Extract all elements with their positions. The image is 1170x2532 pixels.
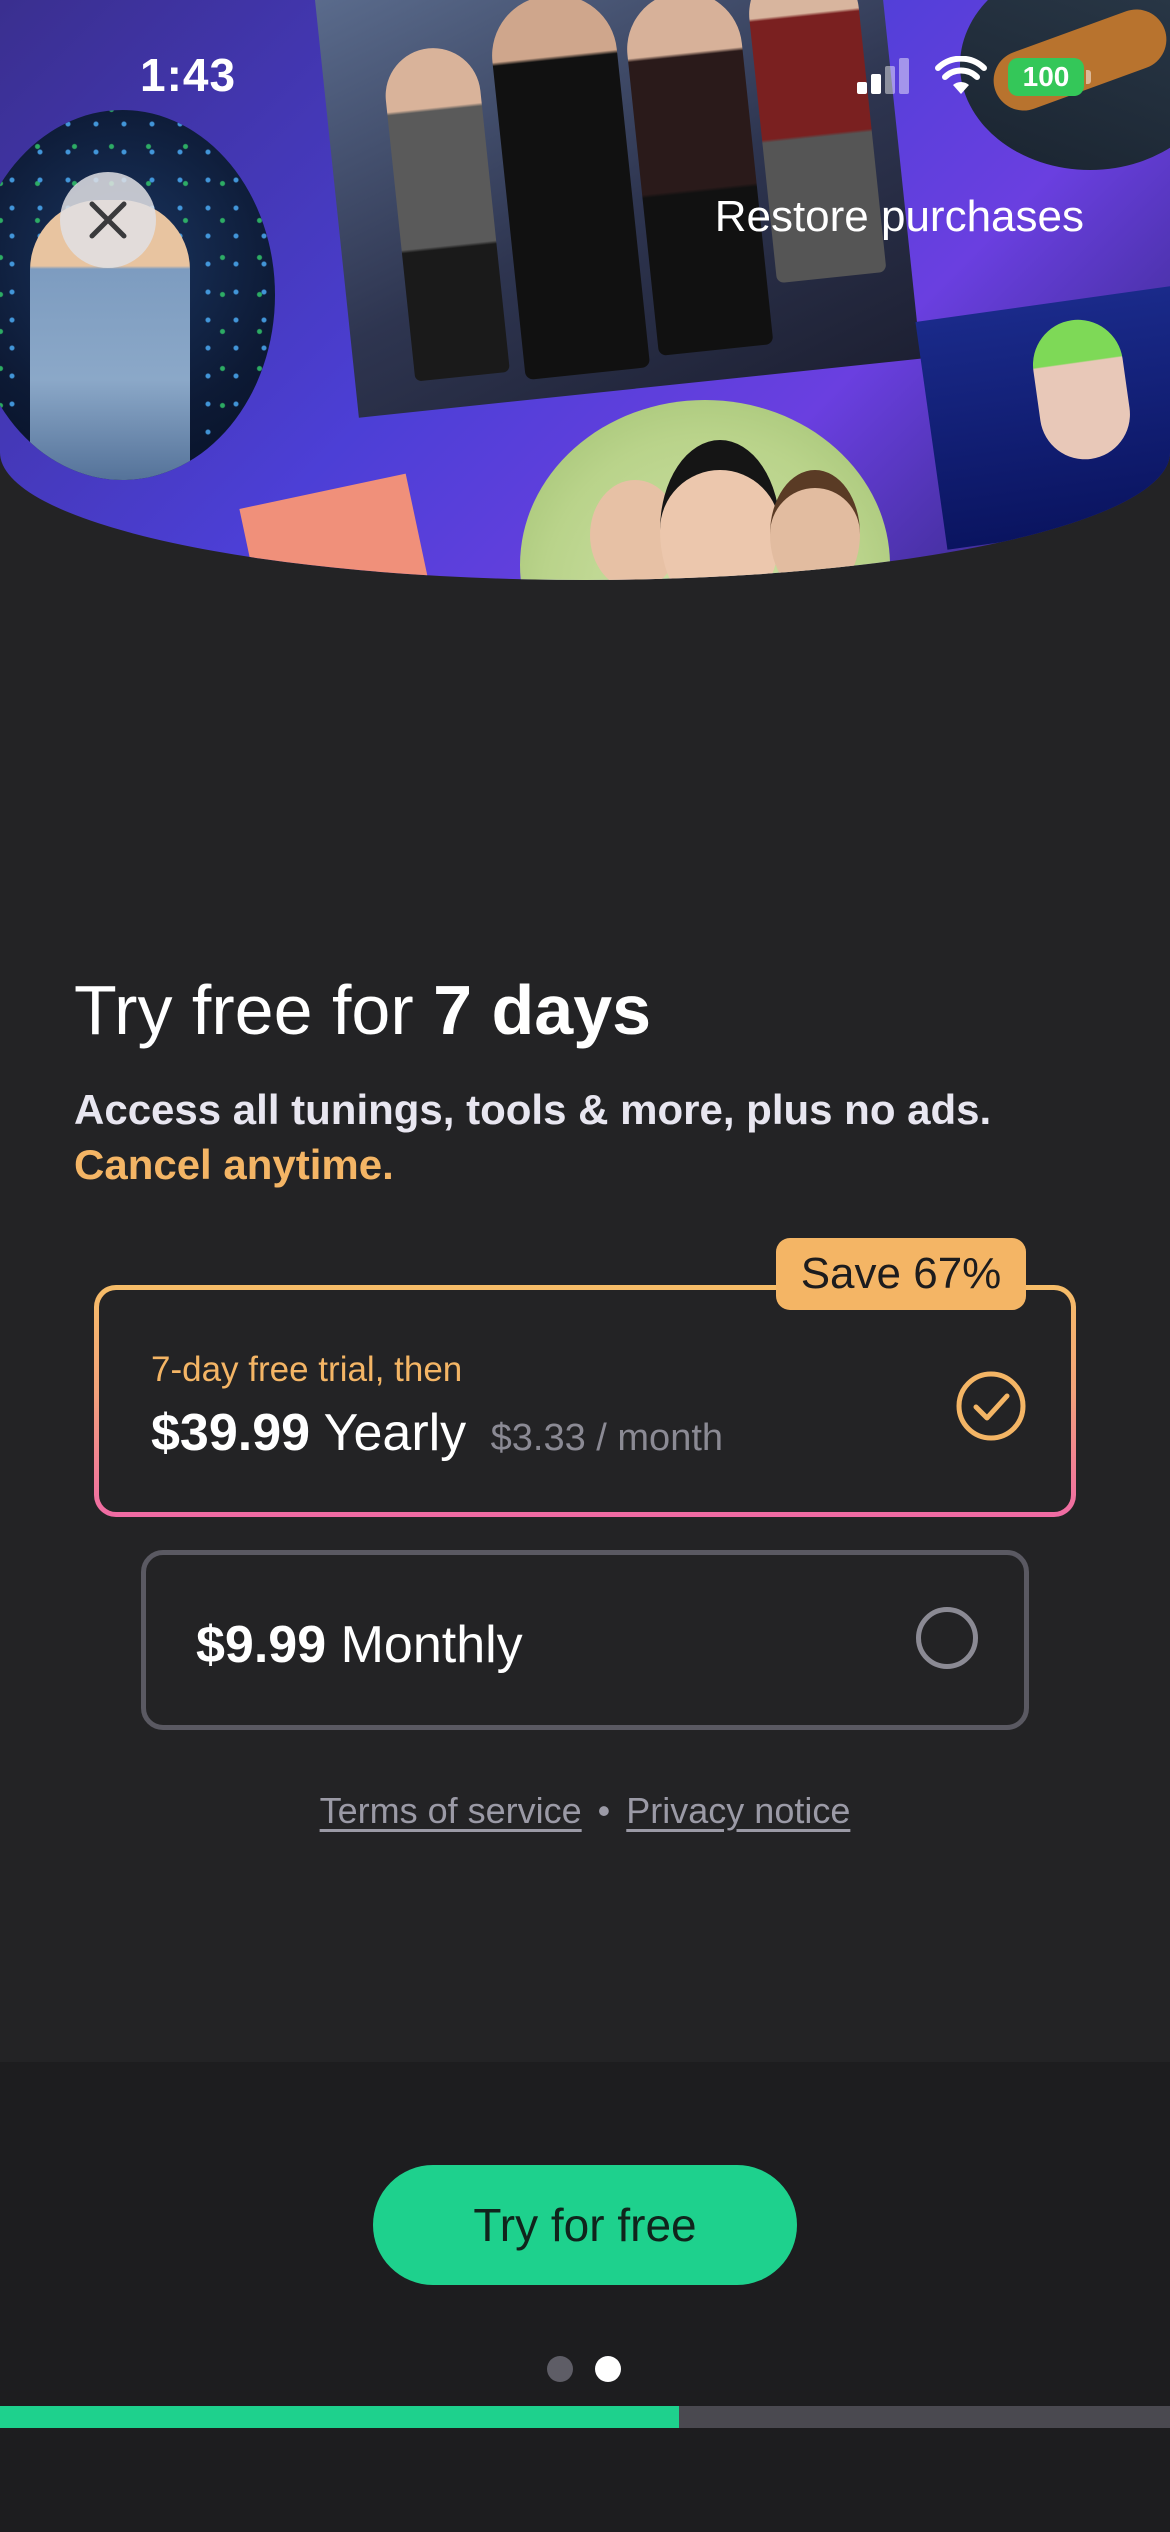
monthly-period: Monthly [340, 1616, 523, 1674]
battery-indicator: 100 [1008, 58, 1084, 96]
page-indicator [547, 2356, 627, 2382]
subtitle-text: Access all tunings, tools & more, plus n… [74, 1086, 992, 1133]
decorative-shape [239, 473, 431, 580]
plan-monthly-option[interactable]: $9.99 Monthly [141, 1550, 1029, 1730]
monthly-price-line: $9.99 Monthly [196, 1615, 523, 1675]
legal-links: Terms of service • Privacy notice [0, 1790, 1170, 1832]
cancel-anytime-note: Cancel anytime. [74, 1141, 394, 1188]
wifi-icon [935, 56, 987, 94]
restore-purchases-link[interactable]: Restore purchases [715, 192, 1084, 242]
headline-prefix: Try free for [74, 971, 434, 1049]
cellular-signal-icon [857, 58, 909, 94]
artist-portrait-photo [915, 280, 1170, 550]
close-button[interactable] [60, 172, 156, 268]
status-time: 1:43 [140, 49, 237, 101]
battery-cap [1086, 70, 1091, 84]
offer-headline: Try free for 7 days [74, 970, 651, 1050]
progress-fill [0, 2406, 679, 2428]
punk-band-photo [520, 400, 890, 580]
yearly-price-line: $39.99 Yearly $3.33 / month [151, 1403, 723, 1463]
battery-level: 100 [1022, 61, 1070, 92]
progress-bar [0, 2406, 1170, 2428]
monthly-price: $9.99 [196, 1616, 327, 1674]
page-dot-1[interactable] [547, 2356, 573, 2382]
yearly-per-month: $3.33 / month [490, 1417, 724, 1459]
save-badge: Save 67% [776, 1238, 1026, 1310]
yearly-period: Yearly [323, 1404, 467, 1462]
privacy-notice-link[interactable]: Privacy notice [626, 1790, 850, 1831]
plan-yearly-option[interactable]: 7-day free trial, then $39.99 Yearly $3.… [94, 1285, 1076, 1517]
unselected-radio-icon [916, 1607, 978, 1669]
yearly-price: $39.99 [151, 1404, 311, 1462]
headline-trial-length: 7 days [433, 971, 652, 1049]
try-for-free-button[interactable]: Try for free [373, 2165, 797, 2285]
bottom-panel [0, 2062, 1170, 2532]
page-dot-2[interactable] [595, 2356, 621, 2382]
status-bar: 1:43 100 [0, 0, 1170, 140]
legal-separator: • [597, 1790, 611, 1831]
trial-label: 7-day free trial, then [151, 1350, 463, 1389]
close-icon [89, 201, 127, 239]
offer-subtitle: Access all tunings, tools & more, plus n… [74, 1082, 991, 1192]
singer-photo [0, 110, 275, 480]
plan-yearly-card: 7-day free trial, then $39.99 Yearly $3.… [99, 1290, 1071, 1512]
selected-check-icon [956, 1371, 1026, 1441]
terms-of-service-link[interactable]: Terms of service [320, 1790, 582, 1831]
